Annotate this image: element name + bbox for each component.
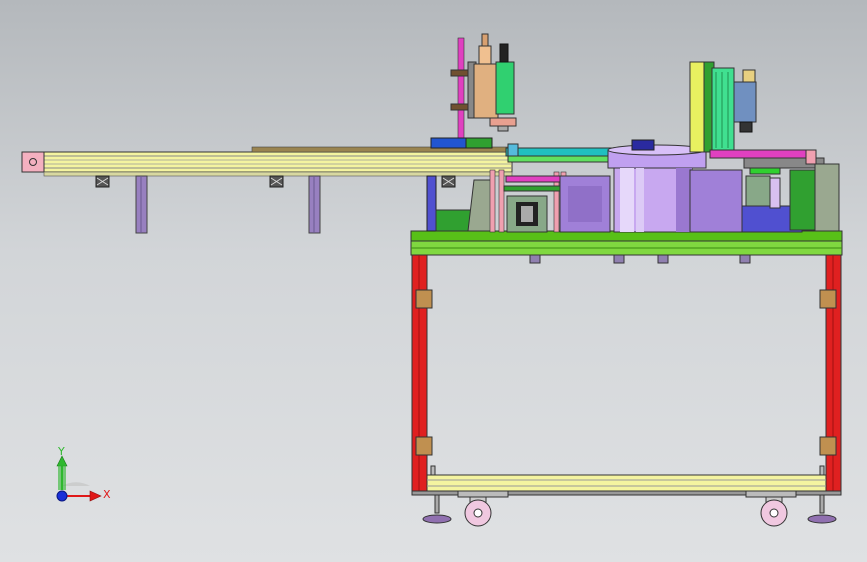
rail-clamp — [95, 175, 110, 188]
caster-wheel — [457, 490, 509, 527]
rail-clamp — [269, 175, 284, 188]
rail-support-leg — [308, 175, 321, 234]
frame-brackets — [415, 289, 837, 456]
gripper-block — [506, 195, 548, 233]
caster-wheel — [745, 490, 797, 527]
leveling-foot — [422, 494, 452, 524]
bench-bolts — [529, 254, 751, 264]
left-side-plate — [426, 175, 495, 232]
x-axis-arrow — [89, 490, 102, 502]
x-axis-label: X — [103, 488, 111, 501]
bench-top — [410, 230, 843, 256]
purple-bracket-left — [559, 175, 611, 233]
press-unit — [430, 33, 517, 149]
y-axis-label: Y — [57, 445, 65, 458]
rail-support-leg — [135, 175, 148, 234]
z-axis-dot — [56, 490, 68, 502]
axis-triad: Y X — [56, 445, 111, 502]
conveyor-rail — [21, 146, 513, 177]
leveling-foot — [807, 494, 837, 524]
cad-assembly-view: Y X — [21, 33, 843, 527]
rail-clamp — [441, 175, 456, 188]
